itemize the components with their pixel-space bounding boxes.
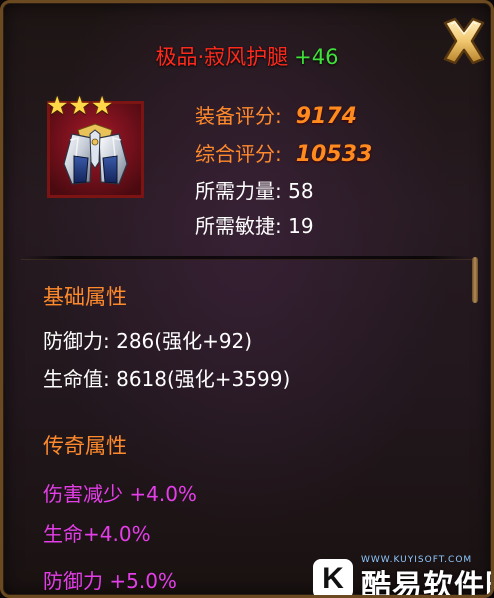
close-icon xyxy=(443,17,485,65)
total-score-label: 综合评分: xyxy=(195,142,282,166)
legendary-attribute: 伤害减少 +4.0% xyxy=(43,482,197,506)
equip-score-value: 9174 xyxy=(295,104,357,129)
section-divider xyxy=(21,256,473,260)
required-strength: 所需力量: 58 xyxy=(195,179,314,203)
enhance-level: +46 xyxy=(294,45,339,69)
star-icon: ★ xyxy=(46,91,69,120)
equip-score-row: 装备评分: 9174 xyxy=(195,100,357,129)
item-name: 极品·寂风护腿 xyxy=(155,45,289,69)
required-agility: 所需敏捷: 19 xyxy=(195,214,314,238)
watermark-text: 酷易软件园 xyxy=(361,569,491,598)
base-attribute-defense: 防御力: 286(强化+92) xyxy=(43,329,253,353)
legendary-attribute: 防御力 +5.0% xyxy=(43,569,177,593)
scrollbar-thumb[interactable] xyxy=(472,257,478,303)
total-score-row: 综合评分: 10533 xyxy=(195,138,372,167)
equip-score-label: 装备评分: xyxy=(195,104,282,128)
legendary-attribute: 生命+4.0% xyxy=(43,522,151,546)
watermark-logo: K xyxy=(313,559,353,595)
item-tooltip-panel: 极品·寂风护腿 +46 ★ ★ ★ 装备评分: 9174 综合评分: 10533… xyxy=(0,0,494,598)
base-attribute-hp: 生命值: 8618(强化+3599) xyxy=(43,367,291,391)
star-icon: ★ xyxy=(68,91,91,120)
item-title: 极品·寂风护腿 +46 xyxy=(3,41,491,71)
star-icon: ★ xyxy=(90,91,114,120)
star-rating: ★ ★ ★ xyxy=(46,93,113,118)
watermark: K WWW.KUYISOFT.COM 酷易软件园 xyxy=(313,555,491,598)
close-button[interactable] xyxy=(439,15,489,67)
base-attributes-title: 基础属性 xyxy=(43,285,127,309)
total-score-value: 10533 xyxy=(295,142,373,167)
legendary-attributes-title: 传奇属性 xyxy=(43,434,127,458)
